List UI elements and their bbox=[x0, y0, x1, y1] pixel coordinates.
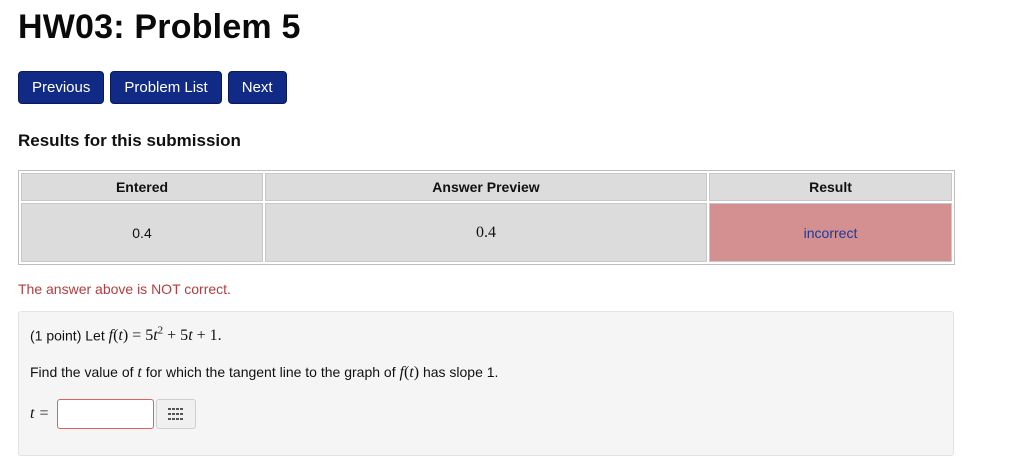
question-mid: for which the tangent line to the graph … bbox=[145, 364, 396, 380]
problem-question: Find the value of t for which the tangen… bbox=[30, 364, 498, 382]
column-header-answer-preview: Answer Preview bbox=[265, 173, 707, 201]
function-ref: f(t) bbox=[399, 364, 420, 381]
entered-cell: 0.4 bbox=[21, 203, 263, 262]
column-header-entered: Entered bbox=[21, 173, 263, 201]
function-formula: f(t) = 5t2 + 5t + 1. bbox=[108, 325, 222, 345]
variable-t: t bbox=[137, 364, 142, 381]
column-header-result: Result bbox=[709, 173, 952, 201]
feedback-message: The answer above is NOT correct. bbox=[18, 281, 231, 297]
previous-button[interactable]: Previous bbox=[18, 71, 105, 104]
problem-list-button[interactable]: Problem List bbox=[110, 71, 222, 104]
answer-label: t = bbox=[30, 405, 50, 422]
answer-input[interactable] bbox=[57, 399, 155, 429]
let-label: Let bbox=[85, 327, 105, 344]
problem-navigation: Previous Problem List Next bbox=[18, 71, 287, 104]
equation-editor-button[interactable] bbox=[156, 399, 197, 429]
points-label: (1 point) bbox=[30, 327, 82, 344]
table-row: 0.4 0.4 incorrect bbox=[21, 203, 952, 262]
next-button[interactable]: Next bbox=[227, 71, 287, 104]
question-prefix: Find the value of bbox=[30, 364, 134, 380]
problem-panel: (1 point) Let f(t) = 5t2 + 5t + 1. Find … bbox=[18, 311, 954, 456]
results-heading: Results for this submission bbox=[18, 131, 241, 150]
question-suffix: has slope 1. bbox=[422, 364, 499, 380]
problem-statement: (1 point) Let f(t) = 5t2 + 5t + 1. bbox=[30, 325, 222, 345]
page-title: HW03: Problem 5 bbox=[18, 8, 301, 46]
equation-editor-grid-icon bbox=[168, 408, 184, 420]
answer-preview-cell: 0.4 bbox=[265, 203, 707, 262]
results-table: Entered Answer Preview Result 0.4 0.4 in… bbox=[18, 170, 955, 265]
result-cell: incorrect bbox=[709, 203, 952, 262]
table-header-row: Entered Answer Preview Result bbox=[21, 173, 952, 201]
answer-row: t = bbox=[30, 399, 197, 429]
